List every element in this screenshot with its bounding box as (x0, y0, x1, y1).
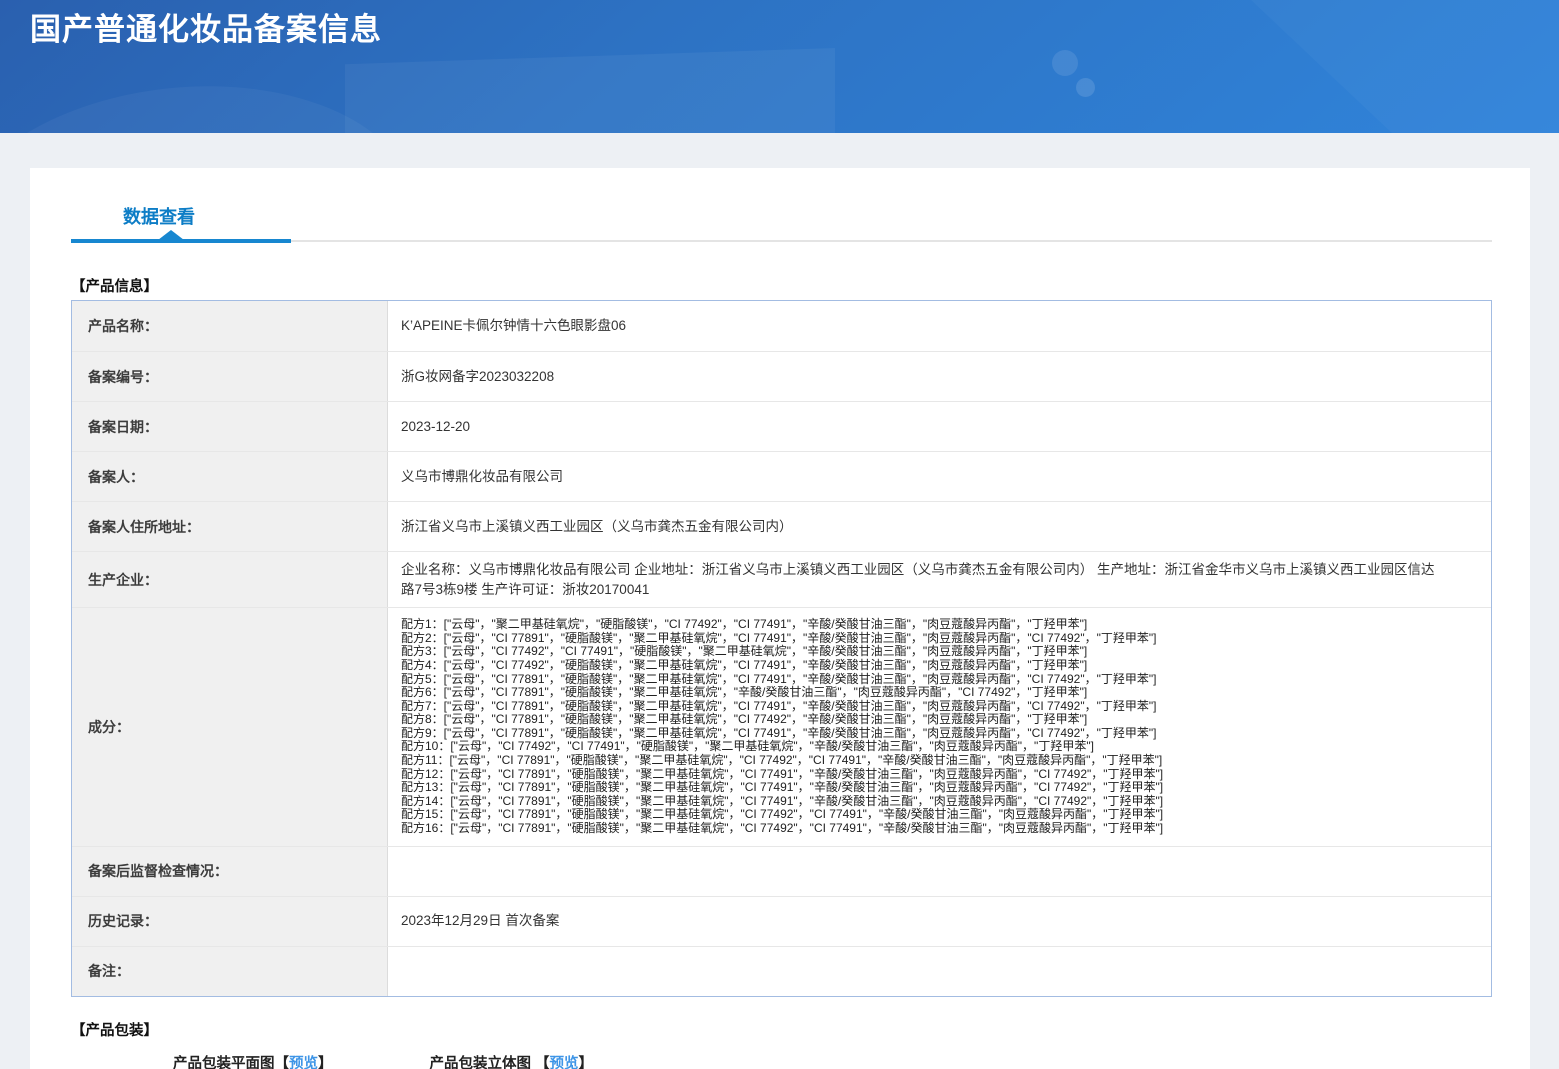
row-ingredients: 成分： 配方1：["云母"，"聚二甲基硅氧烷"，"硬脂酸镁"，"CI 77492… (72, 607, 1491, 846)
product-info-section-title: 【产品信息】 (71, 279, 158, 295)
row-value: 义乌市博鼎化妆品有限公司 (401, 468, 563, 484)
content-card: 数据查看 【产品信息】 产品名称： K’APEINE卡佩尔钟情十六色眼影盘06 … (30, 168, 1530, 1069)
packaging-flat-item: 产品包装平面图【预览】 (173, 1052, 333, 1069)
row-remarks: 备注： (72, 945, 1491, 996)
bracket-close: 】 (318, 1055, 333, 1069)
formula-line: 配方11：["云母"，"CI 77891"，"硬脂酸镁"，"聚二甲基硅氧烷"，"… (401, 753, 1163, 768)
row-label: 产品名称： (72, 301, 388, 351)
row-label: 备案人： (72, 452, 388, 501)
tab-active-arrow-icon (158, 230, 184, 240)
bracket-open: 【 (535, 1055, 550, 1069)
row-registration-date: 备案日期： 2023-12-20 (72, 401, 1491, 451)
page-header: 国产普通化妆品备案信息 (0, 0, 1559, 133)
row-history: 历史记录： 2023年12月29日 首次备案 (72, 895, 1491, 946)
row-value: 2023年12月29日 首次备案 (401, 913, 560, 929)
row-label: 生产企业： (72, 552, 388, 608)
row-label: 历史记录： (72, 896, 388, 946)
formula-line: 配方13：["云母"，"CI 77891"，"硬脂酸镁"，"聚二甲基硅氧烷"，"… (401, 780, 1164, 795)
formula-line: 配方15：["云母"，"CI 77891"，"硬脂酸镁"，"聚二甲基硅氧烷"，"… (401, 807, 1164, 822)
packaging-stereo-label: 产品包装立体图 (429, 1055, 536, 1069)
row-product-name: 产品名称： K’APEINE卡佩尔钟情十六色眼影盘06 (72, 301, 1491, 351)
row-registration-number: 备案编号： 浙G妆网备字2023032208 (72, 351, 1491, 401)
row-manufacturer: 生产企业： 企业名称：义乌市博鼎化妆品有限公司 企业地址：浙江省义乌市上溪镇义西… (72, 551, 1491, 608)
row-label: 备案编号： (72, 352, 388, 401)
packaging-flat-label: 产品包装平面图 (173, 1055, 275, 1069)
row-value: 企业名称：义乌市博鼎化妆品有限公司 企业地址：浙江省义乌市上溪镇义西工业园区（义… (401, 562, 1435, 597)
product-info-table: 产品名称： K’APEINE卡佩尔钟情十六色眼影盘06 备案编号： 浙G妆网备字… (71, 300, 1492, 997)
packaging-stereo-item: 产品包装立体图 【预览】 (430, 1052, 594, 1069)
row-post-registration-inspection: 备案后监督检查情况： (72, 845, 1491, 896)
row-value: K’APEINE卡佩尔钟情十六色眼影盘06 (401, 318, 627, 334)
row-registrant-address: 备案人住所地址： 浙江省义乌市上溪镇义西工业园区（义乌市龚杰五金有限公司内） (72, 501, 1491, 551)
formula-line: 配方4：["云母"，"CI 77492"，"硬脂酸镁"，"聚二甲基硅氧烷"，"C… (401, 657, 1088, 672)
row-value: 配方1：["云母"，"聚二甲基硅氧烷"，"硬脂酸镁"，"CI 77492"，"C… (388, 608, 1491, 846)
row-value (388, 947, 1491, 996)
header-decor-triangle (1251, 0, 1559, 133)
row-registrant: 备案人： 义乌市博鼎化妆品有限公司 (72, 451, 1491, 501)
tab-data-view-label: 数据查看 (123, 207, 195, 227)
formula-line: 配方16：["云母"，"CI 77891"，"硬脂酸镁"，"聚二甲基硅氧烷"，"… (401, 821, 1164, 836)
formula-line: 配方8：["云母"，"CI 77891"，"硬脂酸镁"，"聚二甲基硅氧烷"，"C… (401, 712, 1088, 727)
row-value: 2023-12-20 (401, 418, 471, 434)
packaging-flat-preview-link[interactable]: 预览 (289, 1056, 318, 1069)
header-decor-dot (1076, 78, 1095, 97)
tab-data-view[interactable]: 数据查看 (71, 203, 291, 243)
formula-line: 配方1：["云母"，"聚二甲基硅氧烷"，"硬脂酸镁"，"CI 77492"，"C… (401, 617, 1088, 632)
row-value: 浙江省义乌市上溪镇义西工业园区（义乌市龚杰五金有限公司内） (401, 518, 793, 534)
row-label: 备案后监督检查情况： (72, 846, 388, 896)
row-label: 备案日期： (72, 402, 388, 451)
packaging-stereo-preview-link[interactable]: 预览 (550, 1056, 579, 1069)
row-label: 备注： (72, 946, 388, 996)
bracket-open: 【 (274, 1055, 290, 1069)
header-decor-dot (1052, 50, 1078, 76)
row-value (388, 847, 1491, 896)
packaging-section-title: 【产品包装】 (71, 1022, 158, 1039)
row-value: 浙G妆网备字2023032208 (401, 368, 555, 384)
formula-line: 配方3：["云母"，"CI 77492"，"CI 77491"，"硬脂酸镁"，"… (401, 644, 1088, 659)
tab-bar: 数据查看 (71, 203, 1492, 243)
header-decor-polygon (345, 48, 835, 133)
row-label: 成分： (72, 608, 388, 846)
page-title: 国产普通化妆品备案信息 (30, 12, 382, 47)
bracket-close: 】 (578, 1055, 594, 1069)
row-label: 备案人住所地址： (72, 502, 388, 551)
formula-line: 配方6：["云母"，"CI 77891"，"硬脂酸镁"，"聚二甲基硅氧烷"，"辛… (401, 685, 1088, 700)
header-decor-blob (0, 63, 417, 133)
packaging-preview-row: 产品包装平面图【预览】 产品包装立体图 【预览】 (173, 1052, 1492, 1069)
